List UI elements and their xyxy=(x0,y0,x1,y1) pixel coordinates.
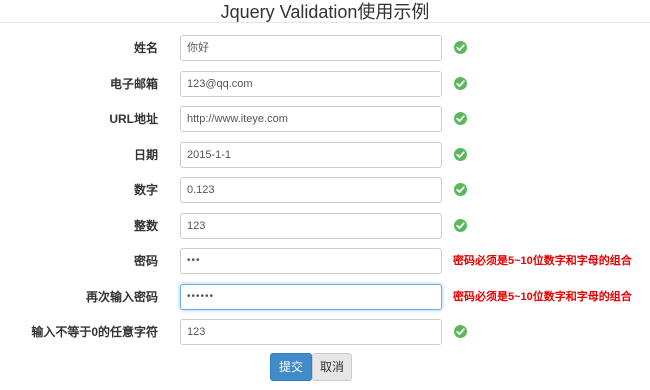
check-circle-icon xyxy=(454,148,467,161)
password-input[interactable]: ••• xyxy=(180,248,442,274)
check-circle-icon xyxy=(454,77,467,90)
form-row-email: 电子邮箱 123@qq.com xyxy=(0,71,650,97)
form-row-confirm-password: 再次输入密码 •••••• 密码必须是5~10位数字和字母的组合 xyxy=(0,284,650,310)
nonzero-input[interactable]: 123 xyxy=(180,319,442,345)
check-circle-icon xyxy=(454,183,467,196)
confirm-password-error: 密码必须是5~10位数字和字母的组合 xyxy=(453,291,632,303)
form-row-nonzero: 输入不等于0的任意字符 123 xyxy=(0,319,650,345)
number-input[interactable]: 0.123 xyxy=(180,177,442,203)
page-title: Jquery Validation使用示例 xyxy=(220,2,430,22)
integer-label: 整数 xyxy=(133,219,158,233)
date-label: 日期 xyxy=(133,148,158,162)
name-label: 姓名 xyxy=(133,41,158,55)
email-input[interactable]: 123@qq.com xyxy=(180,71,442,97)
nonzero-label: 输入不等于0的任意字符 xyxy=(31,325,158,339)
cancel-button[interactable]: 取消 xyxy=(312,353,352,381)
url-label: URL地址 xyxy=(109,112,158,126)
integer-input[interactable]: 123 xyxy=(180,213,442,239)
form-row-date: 日期 2015-1-1 xyxy=(0,142,650,168)
form-row-number: 数字 0.123 xyxy=(0,177,650,203)
submit-button[interactable]: 提交 xyxy=(270,353,312,381)
password-error: 密码必须是5~10位数字和字母的组合 xyxy=(453,255,632,267)
confirm-password-label: 再次输入密码 xyxy=(85,290,158,304)
number-label: 数字 xyxy=(133,183,158,197)
name-input[interactable]: 你好 xyxy=(180,35,442,61)
password-label: 密码 xyxy=(133,254,158,268)
check-circle-icon xyxy=(454,325,467,338)
title-divider xyxy=(0,22,650,23)
form-row-name: 姓名 你好 xyxy=(0,35,650,61)
check-circle-icon xyxy=(454,219,467,232)
email-label: 电子邮箱 xyxy=(109,77,158,91)
form-row-url: URL地址 http://www.iteye.com xyxy=(0,106,650,132)
form-row-integer: 整数 123 xyxy=(0,213,650,239)
form-row-password: 密码 ••• 密码必须是5~10位数字和字母的组合 xyxy=(0,248,650,274)
check-circle-icon xyxy=(454,41,467,54)
date-input[interactable]: 2015-1-1 xyxy=(180,142,442,168)
confirm-password-input[interactable]: •••••• xyxy=(180,284,442,310)
url-input[interactable]: http://www.iteye.com xyxy=(180,106,442,132)
check-circle-icon xyxy=(454,112,467,125)
